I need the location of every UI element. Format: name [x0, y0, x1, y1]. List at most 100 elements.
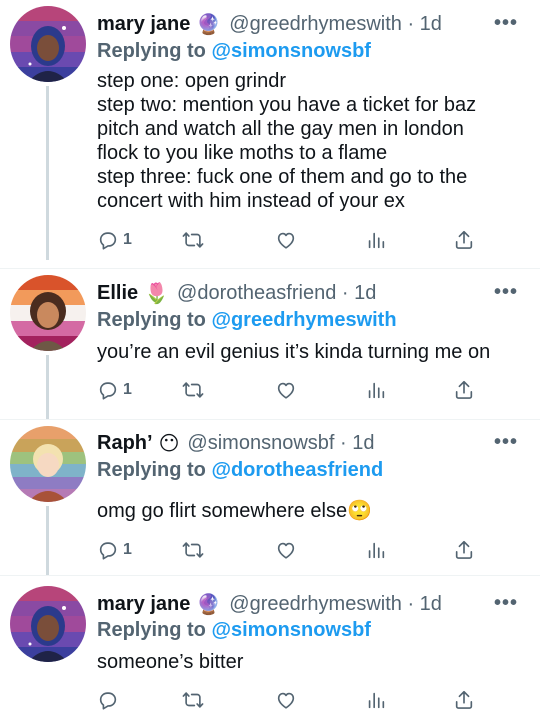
replying-to-link[interactable]: @dorotheasfriend	[211, 459, 383, 481]
replying-prefix: Replying to	[97, 619, 206, 641]
share-button[interactable]	[453, 228, 475, 252]
reply-button[interactable]: 1	[97, 378, 132, 402]
heart-icon	[277, 692, 295, 709]
more-options-icon[interactable]: •••	[494, 431, 518, 454]
replying-to-link[interactable]: @simonsnowsbf	[211, 619, 371, 641]
retweet-icon	[182, 542, 204, 558]
text-line: pitch and watch all the gay men in londo…	[97, 118, 464, 140]
emoji: 😶	[158, 432, 180, 455]
replying-to: Replying to @simonsnowsbf	[97, 619, 371, 642]
heart-icon	[277, 542, 295, 559]
tweet-header: Ellie 🌷 @dorotheasfriend · 1d	[97, 281, 376, 305]
text-line: you’re an evil genius it’s kinda turning…	[97, 341, 491, 363]
views-button[interactable]	[365, 378, 387, 402]
text-line: step two: mention you have a ticket for …	[97, 94, 477, 116]
tweet-1[interactable]: mary jane 🔮 @greedrhymeswith · 1d ••• Re…	[0, 0, 540, 260]
text-line: someone’s bitter	[97, 651, 244, 673]
share-button[interactable]	[453, 378, 475, 402]
avatar[interactable]	[10, 426, 86, 502]
reply-icon	[99, 692, 117, 710]
thread-line	[46, 355, 49, 419]
like-button[interactable]	[275, 688, 297, 712]
replying-to-link[interactable]: @greedrhymeswith	[211, 309, 396, 331]
handle-and-time[interactable]: @dorotheasfriend · 1d	[177, 282, 376, 305]
share-icon	[455, 540, 473, 559]
views-button[interactable]	[365, 228, 387, 252]
replying-to: Replying to @dorotheasfriend	[97, 459, 383, 482]
reply-count: 1	[123, 541, 132, 558]
text-line: omg go flirt somewhere else🙄	[97, 500, 373, 522]
views-icon	[368, 542, 385, 559]
reply-icon	[99, 232, 117, 250]
text-line: step one: open grindr	[97, 70, 287, 92]
handle-and-time[interactable]: @greedrhymeswith · 1d	[229, 13, 442, 36]
more-options-icon[interactable]: •••	[494, 12, 518, 35]
retweet-button[interactable]	[182, 378, 204, 402]
views-button[interactable]	[365, 688, 387, 712]
handle-and-time[interactable]: @greedrhymeswith · 1d	[229, 593, 442, 616]
replying-to-link[interactable]: @simonsnowsbf	[211, 40, 371, 62]
avatar[interactable]	[10, 586, 86, 662]
thread-line	[46, 86, 49, 260]
tweet-4[interactable]: mary jane 🔮 @greedrhymeswith · 1d ••• Re…	[0, 580, 540, 723]
action-bar	[97, 688, 477, 712]
tulip-emoji: 🌷	[144, 282, 170, 305]
avatar[interactable]	[10, 6, 86, 82]
tweet-text: omg go flirt somewhere else🙄	[97, 499, 527, 523]
avatar[interactable]	[10, 275, 86, 351]
replying-prefix: Replying to	[97, 459, 206, 481]
tweet-3[interactable]: Raph’ 😶 @simonsnowsbf · 1d ••• Replying …	[0, 420, 540, 575]
retweet-button[interactable]	[182, 228, 204, 252]
reply-count: 1	[123, 231, 132, 248]
thread-line	[46, 506, 49, 575]
display-name[interactable]: mary jane	[97, 593, 190, 616]
reply-icon	[99, 542, 117, 560]
retweet-icon	[182, 692, 204, 708]
action-bar: 1	[97, 378, 477, 402]
retweet-button[interactable]	[182, 688, 204, 712]
reply-count: 1	[123, 381, 132, 398]
share-button[interactable]	[453, 688, 475, 712]
replying-to: Replying to @greedrhymeswith	[97, 309, 397, 332]
reply-button[interactable]: 1	[97, 228, 132, 252]
text-line: concert with him instead of your ex	[97, 190, 405, 212]
crystal-ball-emoji: 🔮	[196, 593, 222, 616]
tweet-header: mary jane 🔮 @greedrhymeswith · 1d	[97, 592, 442, 616]
share-button[interactable]	[453, 538, 475, 562]
reply-icon	[99, 382, 117, 400]
views-icon	[368, 382, 385, 399]
like-button[interactable]	[275, 378, 297, 402]
views-icon	[368, 232, 385, 249]
tweet-text: you’re an evil genius it’s kinda turning…	[97, 340, 527, 364]
replying-prefix: Replying to	[97, 40, 206, 62]
retweet-icon	[182, 232, 204, 248]
tweet-2[interactable]: Ellie 🌷 @dorotheasfriend · 1d ••• Replyi…	[0, 269, 540, 419]
like-button[interactable]	[275, 228, 297, 252]
reply-button[interactable]	[97, 688, 123, 712]
crystal-ball-emoji: 🔮	[196, 13, 222, 36]
display-name[interactable]: Raph’	[97, 432, 153, 455]
share-icon	[455, 690, 473, 709]
retweet-button[interactable]	[182, 538, 204, 562]
action-bar: 1	[97, 538, 477, 562]
views-button[interactable]	[365, 538, 387, 562]
action-bar: 1	[97, 228, 477, 252]
text-line: step three: fuck one of them and go to t…	[97, 166, 468, 188]
tweet-text: step one: open grindr step two: mention …	[97, 69, 527, 213]
views-icon	[368, 692, 385, 709]
share-icon	[455, 380, 473, 399]
reply-button[interactable]: 1	[97, 538, 132, 562]
display-name[interactable]: mary jane	[97, 13, 190, 36]
like-button[interactable]	[275, 538, 297, 562]
divider	[0, 575, 540, 576]
handle-and-time[interactable]: @simonsnowsbf · 1d	[187, 432, 374, 455]
tweet-text: someone’s bitter	[97, 650, 527, 674]
tweet-header: mary jane 🔮 @greedrhymeswith · 1d	[97, 12, 442, 36]
text-line: flock to you like moths to a flame	[97, 142, 388, 164]
more-options-icon[interactable]: •••	[494, 592, 518, 615]
share-icon	[455, 230, 473, 249]
replying-to: Replying to @simonsnowsbf	[97, 40, 371, 63]
display-name[interactable]: Ellie	[97, 282, 138, 305]
more-options-icon[interactable]: •••	[494, 281, 518, 304]
heart-icon	[277, 232, 295, 249]
